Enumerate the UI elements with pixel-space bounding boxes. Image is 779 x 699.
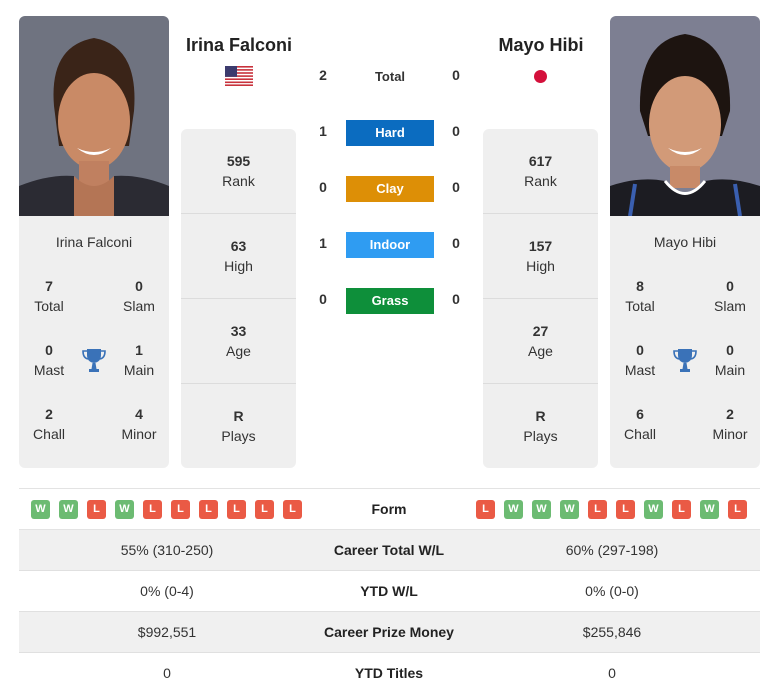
player2-ytd-wl: 0% (0-0) [585,583,639,599]
player2-photo [610,16,760,216]
surface-grass-badge[interactable]: Grass [346,288,434,314]
form-win-badge[interactable]: W [115,500,134,519]
form-loss-badge[interactable]: L [616,500,635,519]
player2-rank: 617 Rank [483,129,598,214]
surface-clay-badge[interactable]: Clay [346,176,434,202]
form-loss-badge[interactable]: L [227,500,246,519]
player1-high: 63 High [181,214,296,299]
form-loss-badge[interactable]: L [588,500,607,519]
player1-ytd-wl: 0% (0-4) [140,583,194,599]
h2h-clay-p1: 0 [319,179,327,195]
player1-main-titles: 1 Main [123,342,155,378]
player1-total-titles: 7 Total [34,278,64,314]
surface-hard-badge[interactable]: Hard [346,120,434,146]
form-loss-badge[interactable]: L [728,500,747,519]
form-win-badge[interactable]: W [560,500,579,519]
player2-minor-titles: 2 Minor [712,406,748,442]
form-loss-badge[interactable]: L [171,500,190,519]
prize-money-label: Career Prize Money [324,624,454,640]
form-win-badge[interactable]: W [504,500,523,519]
form-loss-badge[interactable]: L [476,500,495,519]
player2-titles-card: Mayo Hibi 8 Total 0 Slam 0 Mast 0 Main 6… [610,216,760,468]
h2h-indoor-p2: 0 [452,235,460,251]
player2-age: 27 Age [483,299,598,384]
player1-mast-titles: 0 Mast [33,342,65,378]
player1-stats: 595 Rank 63 High 33 Age R Plays [181,129,296,468]
comparison-row-career-wl: 55% (310-250) Career Total W/L 60% (297-… [19,530,760,571]
form-label: Form [371,501,407,517]
player2-high: 157 High [483,214,598,299]
form-win-badge[interactable]: W [59,500,78,519]
h2h-clay-p2: 0 [452,179,460,195]
h2h-total-label: Total [374,69,406,84]
career-wl-label: Career Total W/L [333,542,445,558]
usa-flag-icon [225,66,253,86]
h2h-hard-p1: 1 [319,123,327,139]
ytd-titles-label: YTD Titles [354,665,424,681]
player2-total-titles: 8 Total [625,278,655,314]
h2h-grass-p1: 0 [319,291,327,307]
japan-flag-icon [533,69,548,84]
comparison-row-prize-money: $992,551 Career Prize Money $255,846 [19,612,760,653]
player2-stats: 617 Rank 157 High 27 Age R Plays [483,129,598,468]
surface-indoor-badge[interactable]: Indoor [346,232,434,258]
player2-card-name: Mayo Hibi [653,234,717,250]
comparison-row-ytd-wl: 0% (0-4) YTD W/L 0% (0-0) [19,571,760,612]
form-loss-badge[interactable]: L [87,500,106,519]
player2-prize-money: $255,846 [582,624,642,640]
form-win-badge[interactable]: W [644,500,663,519]
form-loss-badge[interactable]: L [255,500,274,519]
comparison-row-ytd-titles: 0 YTD Titles 0 [19,653,760,694]
form-loss-badge[interactable]: L [143,500,162,519]
player1-slam-titles: 0 Slam [123,278,155,314]
h2h-total-p1: 2 [319,67,327,83]
form-win-badge[interactable]: W [700,500,719,519]
ytd-wl-label: YTD W/L [360,583,418,599]
player2-chall-titles: 6 Chall [624,406,656,442]
player1-rank: 595 Rank [181,129,296,214]
form-loss-badge[interactable]: L [672,500,691,519]
player2-career-wl: 60% (297-198) [565,542,659,558]
form-row: WWLWLLLLLL Form LWWWLLWLWL [19,488,760,530]
player1-name[interactable]: Irina Falconi [169,35,309,56]
form-win-badge[interactable]: W [532,500,551,519]
player1-photo [19,16,169,216]
form-win-badge[interactable]: W [31,500,50,519]
player1-chall-titles: 2 Chall [33,406,65,442]
player1-card-name: Irina Falconi [55,234,133,250]
player1-prize-money: $992,551 [137,624,197,640]
trophy-icon [672,347,698,373]
player2-ytd-titles: 0 [608,665,616,681]
h2h-hard-p2: 0 [452,123,460,139]
h2h-total-p2: 0 [452,67,460,83]
h2h-indoor-p1: 1 [319,235,327,251]
trophy-icon [81,347,107,373]
player1-titles-card: Irina Falconi 7 Total 0 Slam 0 Mast 1 Ma… [19,216,169,468]
h2h-grass-p2: 0 [452,291,460,307]
player1-plays: R Plays [221,408,256,444]
player2-slam-titles: 0 Slam [714,278,746,314]
player1-minor-titles: 4 Minor [121,406,157,442]
player2-main-titles: 0 Main [714,342,746,378]
form-loss-badge[interactable]: L [199,500,218,519]
player2-plays: R Plays [523,408,558,444]
player2-mast-titles: 0 Mast [624,342,656,378]
player1-career-wl: 55% (310-250) [120,542,214,558]
player1-ytd-titles: 0 [163,665,171,681]
player2-name[interactable]: Mayo Hibi [471,35,611,56]
player1-age: 33 Age [181,299,296,384]
